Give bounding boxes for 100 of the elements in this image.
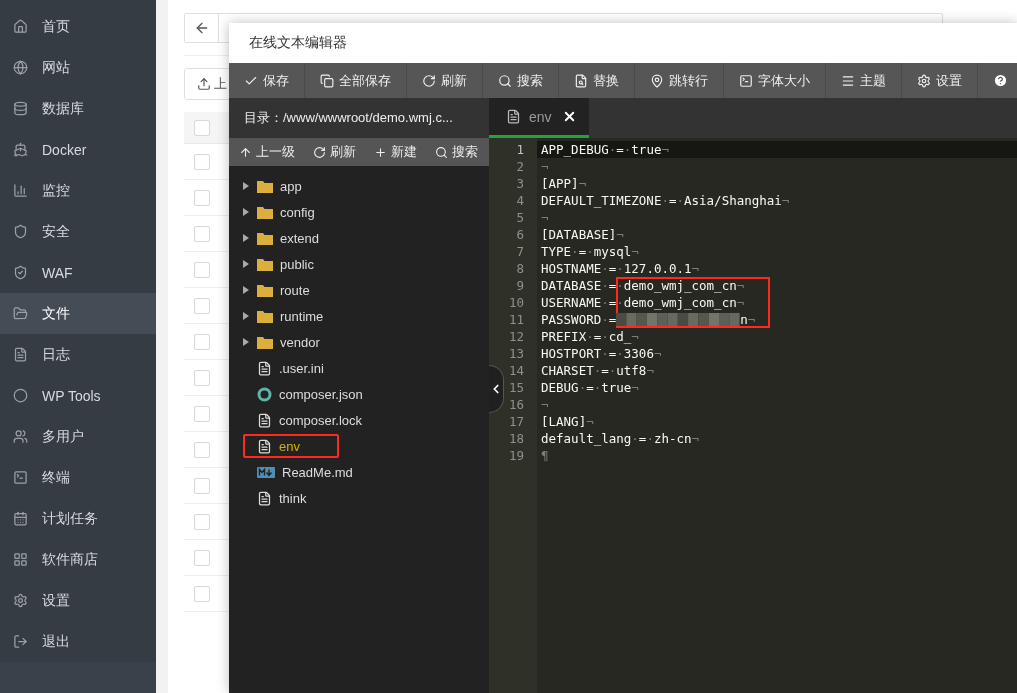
line-number: 7 <box>516 243 524 260</box>
sidebar-item[interactable]: Docker <box>0 129 156 170</box>
tree-item[interactable]: route <box>242 277 318 303</box>
line-number: 10 <box>508 294 524 311</box>
line-number: 18 <box>508 430 524 447</box>
code-text: HOSTPORT <box>541 345 602 362</box>
whitespace-mark: ¬ <box>586 413 594 430</box>
code-text: = <box>616 141 624 158</box>
code-text: = <box>608 277 617 294</box>
code-text: [APP] <box>541 175 579 192</box>
tree-item-label: composer.json <box>279 386 363 402</box>
code-text: 3306 <box>623 345 654 362</box>
tree-item-label: extend <box>280 230 320 246</box>
annotated-tree-item[interactable]: env <box>242 433 340 459</box>
tree-item[interactable]: ReadMe.md <box>242 459 361 485</box>
code-text: n <box>740 311 748 328</box>
sidebar-item[interactable]: 终端 <box>0 457 156 498</box>
file-tab[interactable]: env <box>489 98 589 138</box>
code-text: PASSWORD <box>541 311 602 328</box>
line-number: 1 <box>516 141 524 158</box>
tree-item-label: composer.lock <box>279 412 363 428</box>
whitespace-mark: ¬ <box>736 277 745 294</box>
sidebar-item[interactable]: 文件 <box>0 293 156 334</box>
tree-toolbar-button[interactable]: 新建 <box>364 138 425 166</box>
sidebar-item[interactable]: 软件商店 <box>0 539 156 580</box>
whitespace-mark: · <box>616 260 624 277</box>
whitespace-mark: · <box>616 345 624 362</box>
tree-item-label: config <box>280 204 315 220</box>
dialog-title: 在线文本编辑器 <box>249 34 347 52</box>
code-text: zh-cn <box>653 430 692 447</box>
sidebar-item[interactable]: 网站 <box>0 47 156 88</box>
code-text: true <box>631 141 662 158</box>
whitespace-mark: · <box>661 192 669 209</box>
tree-toolbar-button[interactable]: 搜索 <box>425 138 486 166</box>
whitespace-mark: · <box>601 294 609 311</box>
whitespace-mark: · <box>623 141 632 158</box>
whitespace-mark: ¶ <box>541 447 549 464</box>
tree-item[interactable]: runtime <box>242 303 332 329</box>
sidebar-item[interactable]: WP Tools <box>0 375 156 416</box>
whitespace-mark: · <box>616 294 624 311</box>
tree-item-label: vendor <box>280 334 320 350</box>
whitespace-mark: · <box>593 362 602 379</box>
sidebar-item[interactable]: 设置 <box>0 580 156 621</box>
code-text: 127.0.0.1 <box>623 260 692 277</box>
code-text: HOSTNAME <box>541 260 602 277</box>
code-text: Asia/Shanghai <box>684 192 782 209</box>
tree-item[interactable]: composer.json <box>242 381 371 407</box>
line-number: 9 <box>516 277 524 294</box>
code-text: mysql <box>593 243 632 260</box>
tree-item[interactable]: .user.ini <box>242 355 332 381</box>
code-text: = <box>608 311 617 328</box>
line-number: 17 <box>508 413 524 430</box>
whitespace-mark: · <box>601 311 609 328</box>
whitespace-mark: ¬ <box>631 243 639 260</box>
code-text: TYPE <box>541 243 572 260</box>
code-text: [LANG] <box>541 413 587 430</box>
whitespace-mark: ¬ <box>661 141 669 158</box>
whitespace-mark: ¬ <box>541 209 549 226</box>
sidebar-item[interactable]: 监控 <box>0 170 156 211</box>
tree-item-label: think <box>279 490 307 506</box>
code-text: default_lang <box>541 430 632 447</box>
tree-item-label: ReadMe.md <box>282 464 353 480</box>
line-number: 14 <box>508 362 524 379</box>
tree-toolbar-button[interactable]: 刷新 <box>303 138 364 166</box>
tree-item[interactable]: app <box>242 173 310 199</box>
tree-item-label: public <box>280 256 314 272</box>
whitespace-mark: ¬ <box>653 345 662 362</box>
tree-item[interactable]: vendor <box>242 329 328 355</box>
code-text: DEFAULT_TIMEZONE <box>541 192 662 209</box>
whitespace-mark: ¬ <box>541 396 549 413</box>
sidebar-item[interactable]: 退出 <box>0 621 156 662</box>
sidebar-item[interactable]: WAF <box>0 252 156 293</box>
sidebar-item[interactable]: 计划任务 <box>0 498 156 539</box>
code-text: true <box>601 379 632 396</box>
tree-item[interactable]: composer.lock <box>242 407 371 433</box>
code-text: cd_ <box>608 328 632 345</box>
code-text: CHARSET <box>541 362 594 379</box>
sidebar-item[interactable]: 多用户 <box>0 416 156 457</box>
tree-item[interactable]: extend <box>242 225 328 251</box>
sidebar-item[interactable]: 首页 <box>0 6 156 47</box>
whitespace-mark: ¬ <box>578 175 587 192</box>
sidebar-item[interactable]: 安全 <box>0 211 156 252</box>
line-number: 11 <box>508 311 524 328</box>
tree-item-label: app <box>280 178 302 194</box>
whitespace-mark: · <box>601 328 609 345</box>
code-text: demo_wmj_com_cn <box>623 277 737 294</box>
whitespace-mark: ¬ <box>691 260 700 277</box>
sidebar-item[interactable]: 日志 <box>0 334 156 375</box>
whitespace-mark: ¬ <box>747 311 756 328</box>
sidebar-item[interactable]: 数据库 <box>0 88 156 129</box>
whitespace-mark: · <box>571 243 579 260</box>
whitespace-mark: · <box>608 141 617 158</box>
whitespace-mark: ¬ <box>781 192 790 209</box>
tree-item[interactable]: think <box>242 485 315 511</box>
directory-path: 目录：/www/wwwroot/demo.wmj.c... <box>244 109 453 127</box>
tree-item[interactable]: config <box>242 199 323 225</box>
tree-item[interactable]: public <box>242 251 322 277</box>
code-text: = <box>608 345 617 362</box>
tree-toolbar-button[interactable]: 上一级 <box>229 138 303 166</box>
line-number: 12 <box>508 328 524 345</box>
